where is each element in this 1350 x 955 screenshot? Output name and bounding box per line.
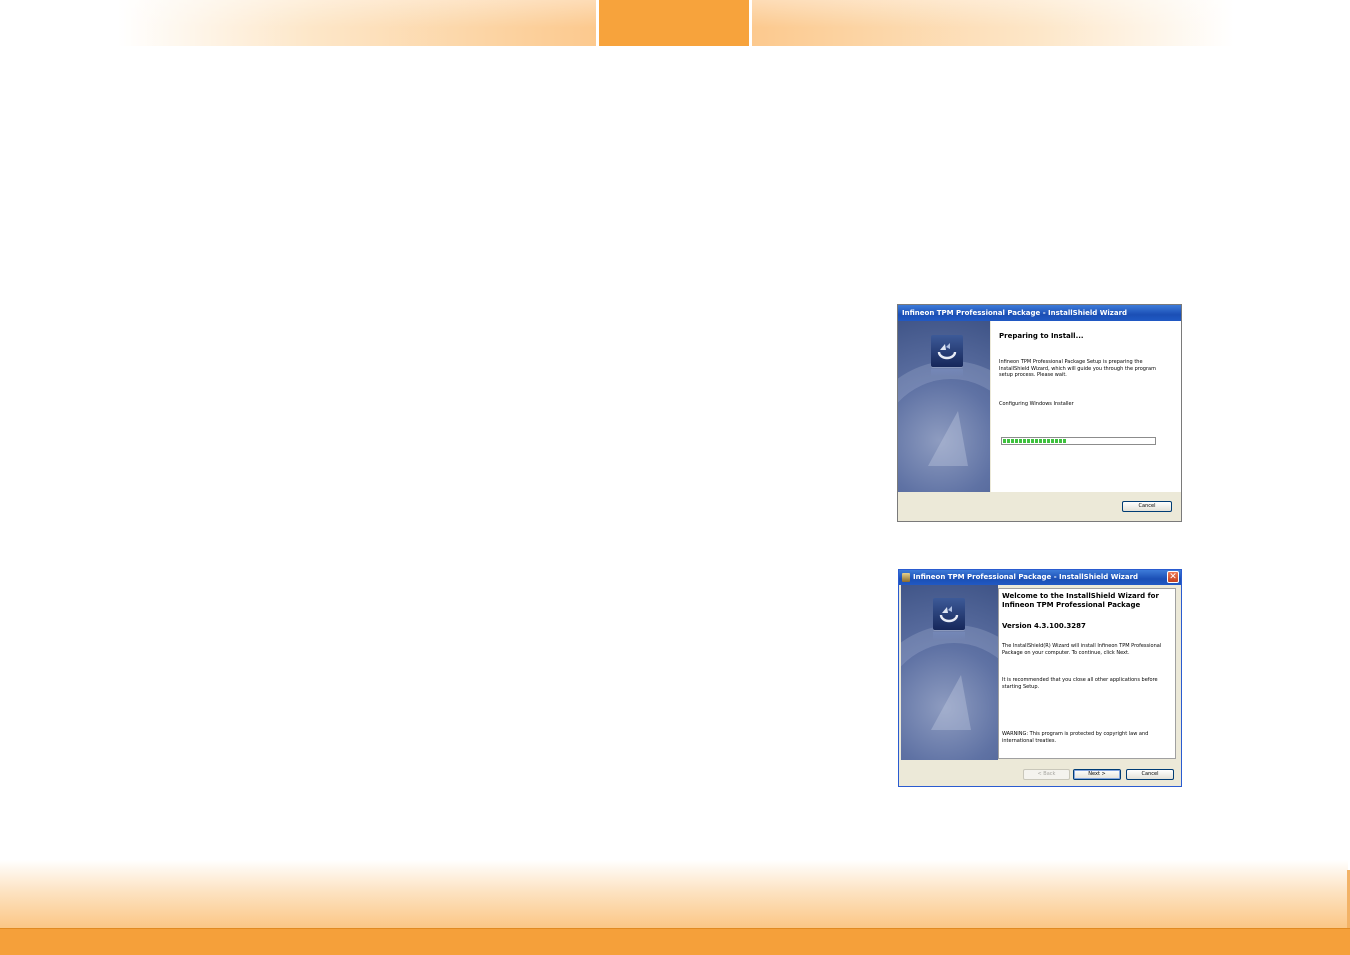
dialog-button-bar: < Back Next > Cancel xyxy=(899,760,1181,786)
install-progress-bar xyxy=(1001,437,1156,445)
cancel-button[interactable]: Cancel xyxy=(1122,501,1172,512)
header-band-right xyxy=(752,0,1234,46)
preparing-install-dialog: Infineon TPM Professional Package - Inst… xyxy=(897,304,1182,522)
dialog-heading-line2: Infineon TPM Professional Package xyxy=(1002,601,1141,609)
installshield-logo-icon xyxy=(933,598,965,630)
cancel-button[interactable]: Cancel xyxy=(1126,769,1174,780)
dialog-description: Infineon TPM Professional Package Setup … xyxy=(999,359,1156,378)
dialog-button-bar: Cancel xyxy=(898,492,1181,521)
wizard-side-panel xyxy=(901,585,998,760)
dialog-title-bar: Infineon TPM Professional Package - Inst… xyxy=(899,570,1181,585)
intro-text: The InstallShield(R) Wizard will install… xyxy=(1002,643,1162,656)
dialog-title: Infineon TPM Professional Package - Inst… xyxy=(913,573,1139,581)
dialog-title: Infineon TPM Professional Package - Inst… xyxy=(898,305,1181,321)
progress-fill xyxy=(1003,439,1067,443)
welcome-dialog: Infineon TPM Professional Package - Inst… xyxy=(898,569,1182,787)
close-icon[interactable]: ✕ xyxy=(1167,571,1179,583)
dialog-heading: Preparing to Install... xyxy=(999,332,1084,340)
dialog-content: Welcome to the InstallShield Wizard for … xyxy=(998,588,1176,759)
footer-bar xyxy=(0,928,1350,955)
installshield-logo-icon xyxy=(931,335,963,367)
version-label: Version 4.3.100.3287 xyxy=(1002,622,1086,630)
installer-icon xyxy=(902,573,910,582)
wizard-side-panel xyxy=(898,321,990,492)
recommendation-text: It is recommended that you close all oth… xyxy=(1002,677,1158,690)
warning-text: WARNING: This program is protected by co… xyxy=(1002,731,1149,744)
dialog-content: Preparing to Install... Infineon TPM Pro… xyxy=(991,321,1181,492)
header-band-left xyxy=(118,0,596,46)
header-tab xyxy=(599,0,749,46)
dialog-heading-line1: Welcome to the InstallShield Wizard for xyxy=(1002,592,1159,600)
next-button[interactable]: Next > xyxy=(1073,769,1121,780)
back-button[interactable]: < Back xyxy=(1023,769,1070,780)
status-text: Configuring Windows Installer xyxy=(999,401,1074,407)
footer-gradient xyxy=(0,860,1348,930)
